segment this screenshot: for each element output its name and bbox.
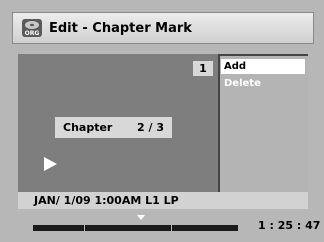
chapter-indicator: Chapter 2 / 3 (55, 117, 172, 138)
chapter-tick (84, 225, 85, 231)
org-badge-text: ORG (25, 30, 40, 37)
disc-original-icon: ORG (21, 17, 43, 39)
timeline-bar[interactable] (33, 225, 238, 231)
chapter-tick (171, 225, 172, 231)
menu-item-add[interactable]: Add (221, 59, 305, 74)
chapter-marker-icon (137, 215, 145, 220)
chapter-value: 2 / 3 (137, 121, 164, 134)
status-bar: JAN/ 1/09 1:00AM L1 LP (18, 192, 308, 209)
page-title: Edit - Chapter Mark (49, 20, 192, 36)
menu-item-delete[interactable]: Delete (221, 76, 305, 91)
chapter-number-badge: 1 (193, 61, 213, 76)
play-icon (44, 157, 57, 171)
elapsed-time: 1 : 25 : 47 (258, 219, 321, 232)
header-bar: ORG Edit - Chapter Mark (12, 12, 314, 44)
chapter-label: Chapter (63, 121, 113, 134)
